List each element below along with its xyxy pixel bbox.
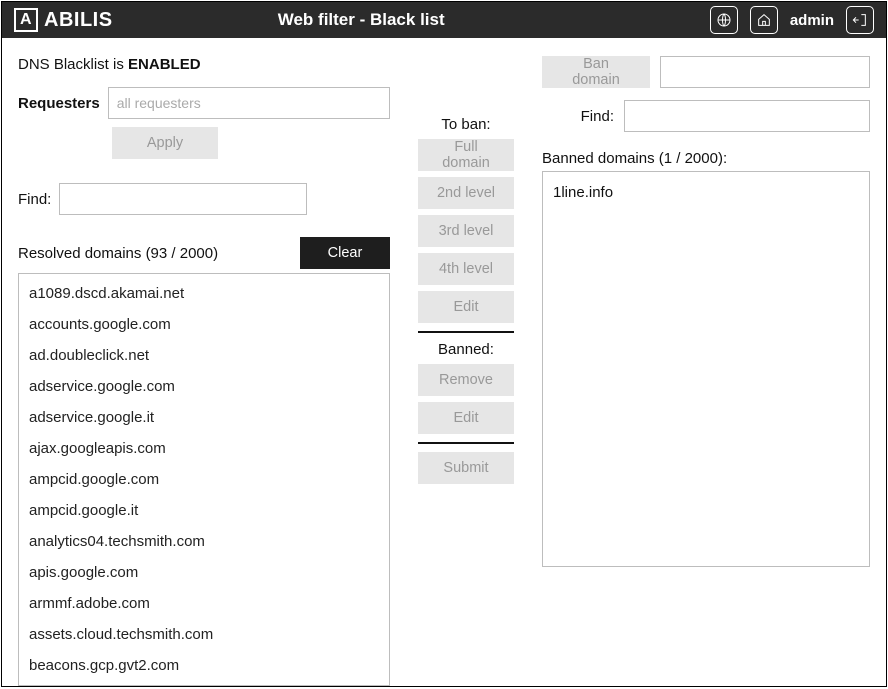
page-title: Web filter - Black list bbox=[23, 10, 700, 30]
ban-domain-input[interactable] bbox=[660, 56, 870, 88]
second-level-button[interactable]: 2nd level bbox=[418, 177, 514, 209]
requesters-label: Requesters bbox=[18, 95, 100, 112]
requesters-input[interactable] bbox=[108, 87, 390, 119]
find-input-left[interactable] bbox=[59, 183, 307, 215]
list-item[interactable]: assets.cloud.techsmith.com bbox=[19, 619, 389, 650]
list-item[interactable]: ad.doubleclick.net bbox=[19, 340, 389, 371]
resolved-domains-label: Resolved domains (93 / 2000) bbox=[18, 245, 292, 262]
fourth-level-button[interactable]: 4th level bbox=[418, 253, 514, 285]
banned-stack: Remove Edit bbox=[418, 364, 514, 434]
middle-pane: To ban: Full domain 2nd level 3rd level … bbox=[410, 56, 522, 686]
to-ban-label: To ban: bbox=[441, 116, 490, 133]
banned-domains-label: Banned domains (1 / 2000): bbox=[542, 150, 870, 167]
find-row-left: Find: bbox=[18, 183, 390, 215]
find-input-right[interactable] bbox=[624, 100, 870, 132]
home-icon[interactable] bbox=[750, 6, 778, 34]
ban-domain-row: Ban domain bbox=[542, 56, 870, 88]
third-level-button[interactable]: 3rd level bbox=[418, 215, 514, 247]
left-pane: DNS Blacklist is ENABLED Requesters Appl… bbox=[18, 56, 390, 686]
list-item[interactable]: armmf.adobe.com bbox=[19, 588, 389, 619]
list-item[interactable]: adservice.google.com bbox=[19, 371, 389, 402]
list-item[interactable]: a1089.dscd.akamai.net bbox=[19, 278, 389, 309]
list-item[interactable]: ampcid.google.com bbox=[19, 464, 389, 495]
list-item[interactable]: apis.google.com bbox=[19, 557, 389, 588]
full-domain-button[interactable]: Full domain bbox=[418, 139, 514, 171]
top-icons: admin bbox=[710, 6, 874, 34]
app-frame: A ABILIS Web filter - Black list admin D… bbox=[1, 1, 887, 687]
list-item[interactable]: beacons.gcp.gvt2.com bbox=[19, 650, 389, 681]
find-row-right: Find: bbox=[542, 100, 870, 132]
requesters-row: Requesters bbox=[18, 87, 390, 119]
username: admin bbox=[790, 12, 834, 29]
find-label-right: Find: bbox=[581, 108, 614, 125]
list-item[interactable]: ampcid.google.it bbox=[19, 495, 389, 526]
banned-section-label: Banned: bbox=[438, 341, 494, 358]
logout-icon[interactable] bbox=[846, 6, 874, 34]
banned-domains-list[interactable]: 1line.info bbox=[542, 171, 870, 567]
divider-2 bbox=[418, 442, 514, 444]
resolved-domains-list[interactable]: a1089.dscd.akamai.netaccounts.google.com… bbox=[18, 273, 390, 686]
clear-button[interactable]: Clear bbox=[300, 237, 390, 269]
list-item[interactable]: adservice.google.it bbox=[19, 402, 389, 433]
remove-button[interactable]: Remove bbox=[418, 364, 514, 396]
blacklist-status: DNS Blacklist is ENABLED bbox=[18, 56, 390, 73]
list-item[interactable]: accounts.google.com bbox=[19, 309, 389, 340]
list-item[interactable]: analytics04.techsmith.com bbox=[19, 526, 389, 557]
list-item[interactable]: 1line.info bbox=[553, 180, 859, 205]
divider-1 bbox=[418, 331, 514, 333]
edit-toban-button[interactable]: Edit bbox=[418, 291, 514, 323]
resolved-header: Resolved domains (93 / 2000) Clear bbox=[18, 237, 390, 269]
find-label-left: Find: bbox=[18, 191, 51, 208]
right-pane: Ban domain Find: Banned domains (1 / 200… bbox=[542, 56, 870, 686]
submit-stack: Submit bbox=[418, 452, 514, 484]
apply-button[interactable]: Apply bbox=[112, 127, 218, 159]
titlebar: A ABILIS Web filter - Black list admin bbox=[2, 2, 886, 38]
submit-button[interactable]: Submit bbox=[418, 452, 514, 484]
to-ban-stack: Full domain 2nd level 3rd level 4th leve… bbox=[418, 139, 514, 323]
ban-domain-button[interactable]: Ban domain bbox=[542, 56, 650, 88]
list-item[interactable]: ajax.googleapis.com bbox=[19, 433, 389, 464]
edit-banned-button[interactable]: Edit bbox=[418, 402, 514, 434]
globe-icon[interactable] bbox=[710, 6, 738, 34]
content: DNS Blacklist is ENABLED Requesters Appl… bbox=[2, 38, 886, 686]
apply-row: Apply bbox=[18, 127, 390, 159]
